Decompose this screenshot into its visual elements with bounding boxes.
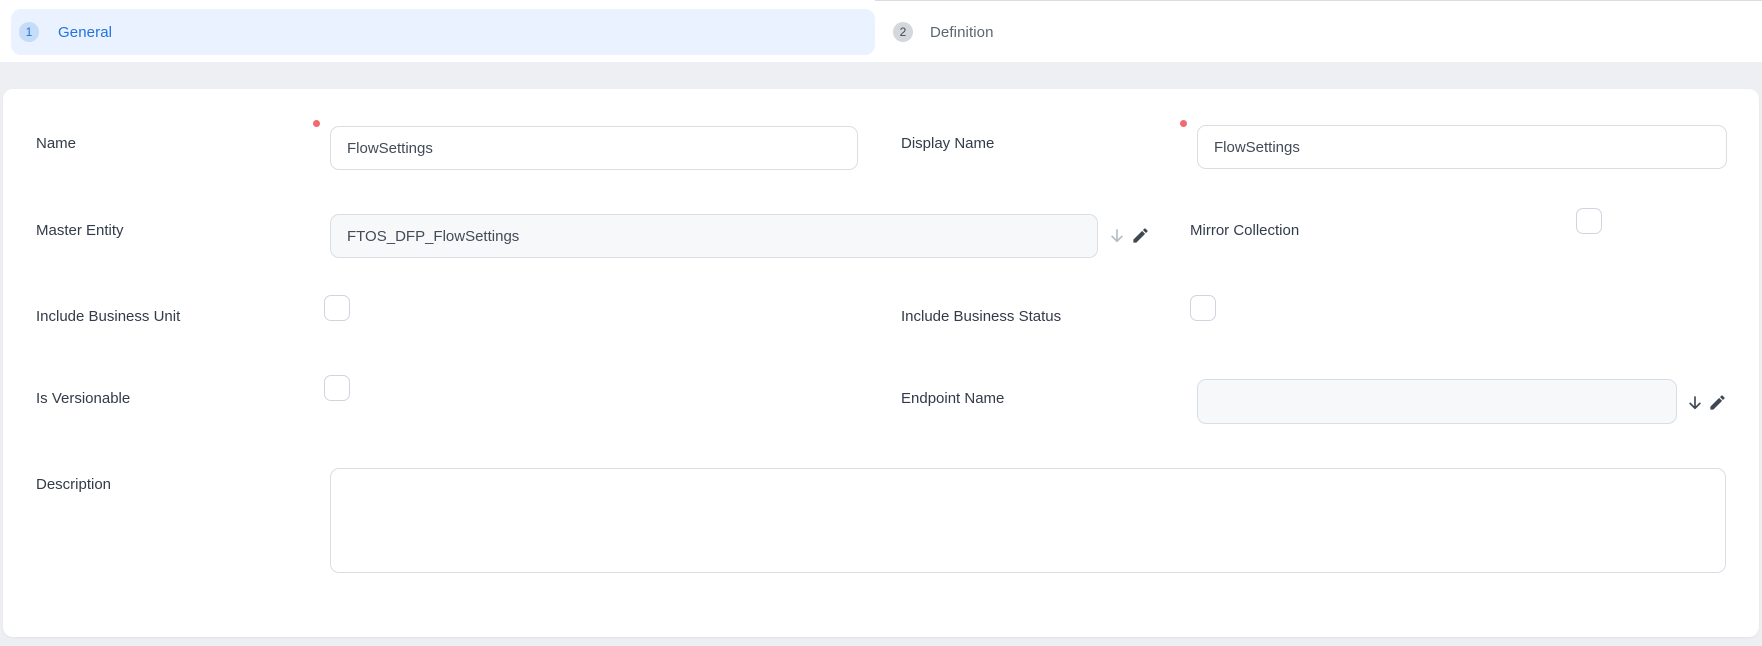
mirror-collection-checkbox[interactable] bbox=[1576, 208, 1602, 234]
tab-general[interactable]: 1 General bbox=[11, 9, 875, 55]
endpoint-name-arrow-down-icon[interactable] bbox=[1685, 393, 1705, 413]
endpoint-name-input[interactable] bbox=[1197, 379, 1677, 424]
display-name-required-dot bbox=[1180, 120, 1187, 127]
tab-definition[interactable]: 2 Definition bbox=[875, 9, 1575, 55]
general-form-card: Name Display Name Master Entity Mirror C… bbox=[3, 89, 1759, 637]
name-label: Name bbox=[36, 134, 76, 154]
include-business-status-label: Include Business Status bbox=[901, 307, 1061, 327]
master-entity-input[interactable] bbox=[330, 214, 1098, 258]
include-business-unit-label: Include Business Unit bbox=[36, 307, 180, 327]
endpoint-name-edit-pencil-icon[interactable] bbox=[1707, 392, 1727, 412]
top-divider bbox=[875, 0, 1762, 1]
name-input[interactable] bbox=[330, 126, 858, 170]
description-textarea[interactable] bbox=[330, 468, 1726, 573]
step-1-badge: 1 bbox=[19, 22, 39, 42]
step-1-label: General bbox=[58, 24, 112, 41]
master-entity-arrow-down-icon[interactable] bbox=[1107, 226, 1127, 246]
include-business-unit-checkbox[interactable] bbox=[324, 295, 350, 321]
endpoint-name-label: Endpoint Name bbox=[901, 389, 1004, 409]
name-required-dot bbox=[313, 120, 320, 127]
master-entity-label: Master Entity bbox=[36, 221, 124, 241]
display-name-input[interactable] bbox=[1197, 125, 1727, 169]
include-business-status-checkbox[interactable] bbox=[1190, 295, 1216, 321]
step-2-label: Definition bbox=[930, 24, 994, 41]
is-versionable-checkbox[interactable] bbox=[324, 375, 350, 401]
stepper-bar: 1 General 2 Definition bbox=[0, 0, 1762, 62]
is-versionable-label: Is Versionable bbox=[36, 389, 130, 409]
description-label: Description bbox=[36, 475, 111, 495]
master-entity-edit-pencil-icon[interactable] bbox=[1130, 225, 1150, 245]
step-2-badge: 2 bbox=[893, 22, 913, 42]
display-name-label: Display Name bbox=[901, 134, 994, 154]
mirror-collection-label: Mirror Collection bbox=[1190, 221, 1299, 241]
